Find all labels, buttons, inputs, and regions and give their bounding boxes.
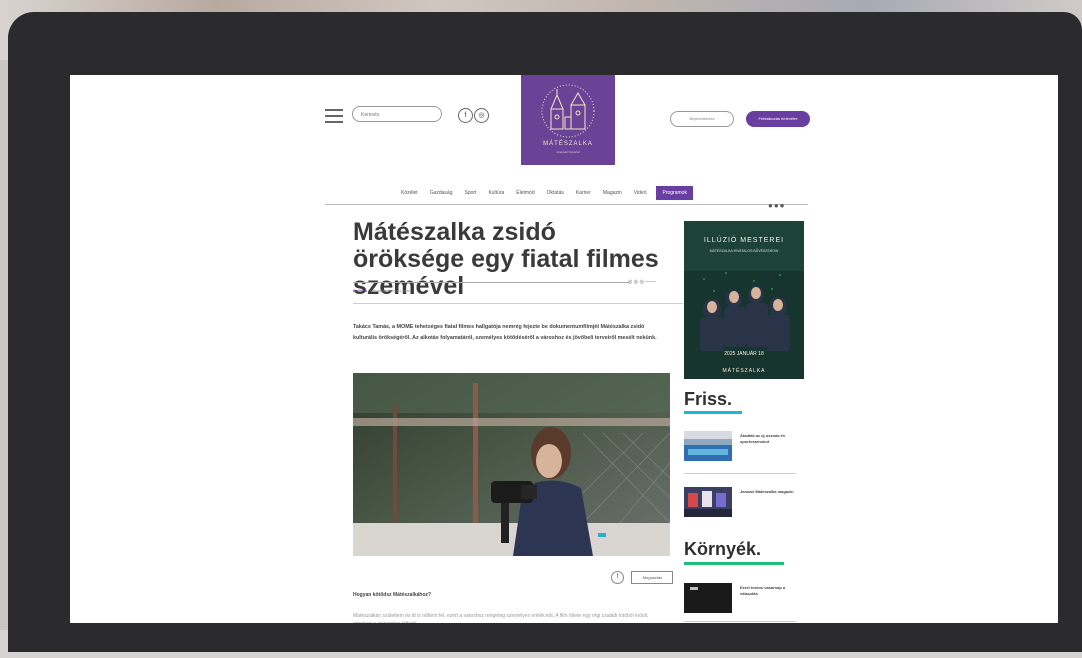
kornyek-underline xyxy=(684,562,784,565)
share-button[interactable]: Megosztás xyxy=(631,571,674,585)
photo-actions: f Megosztás xyxy=(611,569,674,587)
kornyek-heading: Környék. xyxy=(684,539,762,559)
instagram-icon[interactable]: ◎ xyxy=(474,108,489,123)
more-icon[interactable]: ●●● xyxy=(768,201,786,210)
nav-item[interactable]: Oktatás xyxy=(541,186,570,200)
main-nav: Közélet Gazdaság Sport Kultúra Életmód O… xyxy=(395,186,693,200)
article-lead: Takács Tamás, a MOME tehetséges fiatal f… xyxy=(353,324,657,341)
menu-icon[interactable] xyxy=(325,109,343,123)
nav-item[interactable]: Karrier xyxy=(570,186,597,200)
site-logo[interactable]: MÁTÉSZALKA szatmári hírportál xyxy=(521,75,615,165)
nav-divider xyxy=(325,204,808,205)
logo-emblem-icon xyxy=(541,84,595,138)
laptop-bezel: Keresés f ◎ MÁTÉSZALKA szatmári hírportá… xyxy=(8,12,1082,652)
nav-item[interactable]: Magazin xyxy=(597,186,628,200)
list-divider xyxy=(684,473,796,474)
article-category[interactable]: Kultúra xyxy=(353,288,367,293)
thumbnail xyxy=(684,487,732,517)
nav-item[interactable]: Életmód xyxy=(510,186,540,200)
facebook-icon[interactable]: f xyxy=(458,108,473,123)
list-divider xyxy=(684,621,796,622)
nav-item[interactable]: Gazdaság xyxy=(424,186,459,200)
logo-subtitle: szatmári hírportál xyxy=(556,150,580,154)
article-byline: Kultúra | szerkesztőség | 1 perc xyxy=(353,288,410,293)
list-item-title: Átadták az új uszoda és sportcsarnokot xyxy=(740,433,786,444)
list-item[interactable]: Átadták az új uszoda és sportcsarnokot xyxy=(684,431,796,461)
friss-underline xyxy=(684,411,742,414)
nav-item-active[interactable]: Programok xyxy=(656,186,693,200)
nav-item[interactable]: Videó xyxy=(628,186,653,200)
friss-heading: Friss. xyxy=(684,389,733,409)
ad-city: MÁTÉSZALKA xyxy=(722,368,766,374)
thumbnail xyxy=(684,431,732,461)
nav-item[interactable]: Sport xyxy=(458,186,482,200)
thumbnail xyxy=(684,583,732,613)
nav-item[interactable]: Közélet xyxy=(395,186,424,200)
article-body: Mátészalkán születtem és itt is nőttem f… xyxy=(353,613,649,623)
ad-date: 2025 JANUÁR 18 xyxy=(724,351,764,357)
subscribe-button[interactable]: Feliratkozás hírlevélre xyxy=(746,111,810,127)
ad-subtitle: MÁTÉSZALKA HIVATALOS BŰVÉSZSHOW xyxy=(709,249,779,253)
sidebar-ad[interactable]: ILLÚZIÓ MESTEREI MÁTÉSZALKA HIVATALOS BŰ… xyxy=(684,221,804,379)
ad-title: ILLÚZIÓ MESTEREI xyxy=(703,237,785,244)
search-input[interactable]: Keresés xyxy=(352,106,442,122)
login-button[interactable]: Bejelentkezés xyxy=(670,111,734,127)
article-photo xyxy=(353,373,671,556)
share-icons[interactable]: ◎ ◎ ◎ ─── xyxy=(628,279,656,285)
article-meta: | szerkesztőség | 1 perc xyxy=(368,288,411,293)
share-label: Megosztás xyxy=(642,575,663,581)
list-item[interactable]: Januári Mátészalka magazin xyxy=(684,487,796,517)
logo-text: MÁTÉSZALKA xyxy=(543,141,593,147)
article-subheading: Hogyan kötődsz Mátészalkához? xyxy=(353,592,432,598)
nav-item[interactable]: Kultúra xyxy=(482,186,510,200)
byline-divider xyxy=(353,303,683,304)
facebook-share-icon[interactable]: f xyxy=(611,571,624,585)
list-item-title: Januári Mátészalka magazin xyxy=(740,489,794,494)
browser-viewport: Keresés f ◎ MÁTÉSZALKA szatmári hírportá… xyxy=(70,75,1058,623)
list-item[interactable]: Ezért fontos vasárnap a választás xyxy=(684,583,796,613)
list-item-title: Ezért fontos vasárnap a választás xyxy=(740,585,786,596)
title-divider xyxy=(353,282,629,283)
